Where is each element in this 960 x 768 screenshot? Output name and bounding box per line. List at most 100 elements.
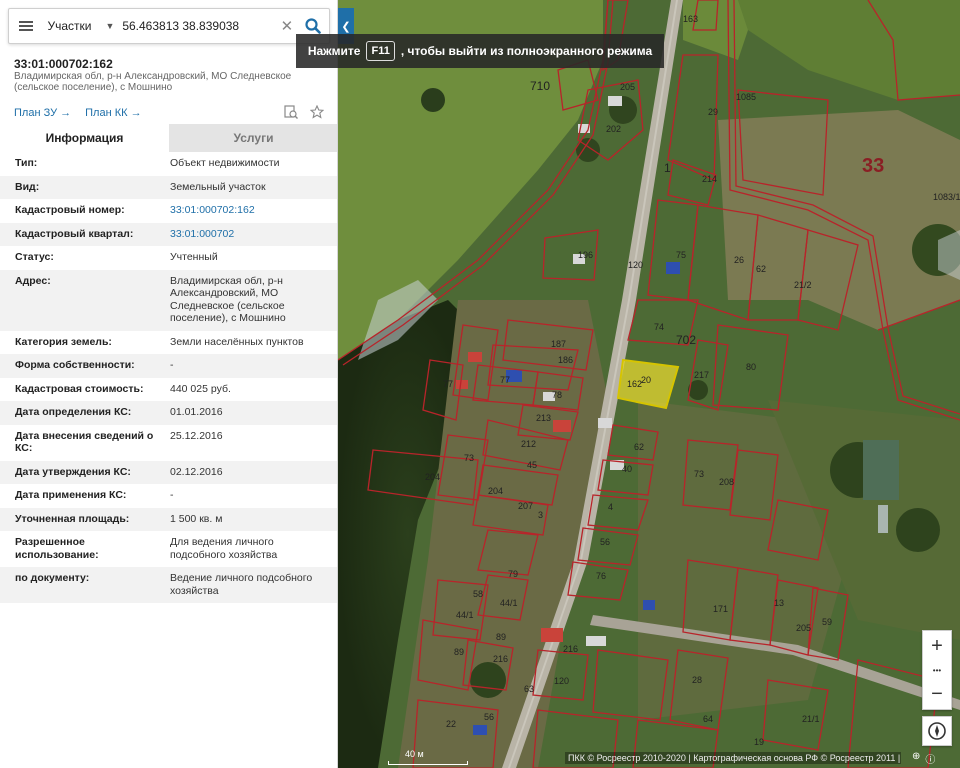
parcel-label: 62 [634,442,644,452]
locate-icon[interactable]: ⊕ [912,751,920,766]
parcel-label: 205 [620,82,635,92]
parcel-label: 45 [527,460,537,470]
zoom-control: + ••• − [922,630,952,710]
parcel-label: 44/1 [456,610,474,620]
parcel-label: 89 [496,632,506,642]
property-value: Учтенный [170,251,218,263]
property-key: Дата утверждения КС: [15,465,131,478]
parcel-label: 1085 [736,92,756,102]
parcel-label: 4 [608,502,613,512]
property-key: Форма собственности: [15,359,135,371]
parcel-label: 75 [676,250,686,260]
menu-button[interactable] [9,9,43,43]
parcel-label: 28 [692,675,702,685]
property-row: по документу: Ведение личного подсобного … [0,567,337,603]
more-options-button[interactable]: ••• [922,661,952,679]
property-key: Тип: [15,157,38,169]
parcel-label: 63 [524,684,534,694]
property-row: Форма собственности: - [0,354,337,378]
parcel-label: 19 [754,737,764,747]
compass-button[interactable] [922,716,952,746]
property-value: 25.12.2016 [170,429,223,442]
banner-prefix: Нажмите [307,44,361,58]
star-icon[interactable] [309,104,325,120]
parcel-label: 1 [664,161,671,175]
info-panel: Участки ▼ ✕ 33:01:000702:162 Владимирска… [0,0,338,768]
map-view[interactable]: 163 205 202 710 1 29 1085 33 214 1083/1 75 196 120 26… [338,0,960,768]
property-key: по документу: [15,572,90,584]
tab-info[interactable]: Информация [0,124,169,152]
property-value: Ведение личного подсобного хозяйства [170,572,313,597]
parcel-label: 3 [538,510,543,520]
property-row: Дата утверждения КС: 02.12.2016 [0,460,337,484]
clear-search-button[interactable]: ✕ [277,9,296,43]
object-type-label: Участки [47,19,92,33]
parcel-label: 207 [518,501,533,511]
search-on-map-icon[interactable] [283,104,299,120]
property-key: Статус: [15,251,54,263]
object-tools [283,104,325,120]
parcel-label: 171 [713,604,728,614]
property-row: Кадастровый квартал: 33:01:000702 [0,222,337,246]
parcel-label: 162 [627,379,642,389]
parcel-label: 22 [446,719,456,729]
property-key: Дата применения КС: [15,489,127,501]
parcel-label: 163 [683,14,698,24]
parcel-label: 208 [719,477,734,487]
parcel-label: 91 [338,0,348,2]
search-input[interactable] [118,11,278,41]
parcel-label: 214 [702,174,717,184]
plan-kk-link[interactable]: План КК → [85,107,141,119]
parcel-label: 58 [473,589,483,599]
property-row: Адрес: Владимирская обл, р-н Александровс… [0,269,337,331]
property-key: Кадастровый номер: [15,204,125,216]
panel-tabs: Информация Услуги [0,124,337,152]
zoom-out-button[interactable]: − [922,679,952,709]
property-key: Кадастровая стоимость: [15,382,144,395]
object-type-select[interactable]: Участки ▼ [43,9,118,43]
zoom-in-button[interactable]: + [922,631,952,661]
property-value: - [170,359,174,371]
close-icon: ✕ [280,18,294,35]
parcel-label: 77 [443,379,453,389]
property-value[interactable]: 33:01:000702 [156,228,326,241]
plan-zu-link[interactable]: План ЗУ → [14,107,71,119]
parcel-label: 73 [464,453,474,463]
property-key: Кадастровый квартал: [15,227,134,240]
parcel-label: 212 [521,439,536,449]
property-key: Дата внесения сведений о КС: [15,429,154,455]
property-key: Вид: [15,180,40,193]
property-value: Земли населённых пунктов [170,335,304,348]
scale-bar [388,761,468,765]
property-value[interactable]: 33:01:000702:162 [156,204,326,217]
property-value: Объект недвижимости [170,157,280,169]
parcel-label: 79 [508,569,518,579]
scale-label: 40 м [405,749,424,759]
tab-services[interactable]: Услуги [169,124,337,152]
parcel-label: 710 [530,79,550,93]
property-row: Дата применения КС: - [0,484,337,508]
hamburger-icon [19,21,34,31]
property-row: Тип: Объект недвижимости [0,152,337,176]
parcel-label: 40 [622,464,632,474]
parcel-label: 26 [734,255,744,265]
parcel-label: 213 [536,413,551,423]
parcel-label: 204 [488,486,503,496]
property-value: Владимирская обл, р-н Александровский, М… [170,274,286,325]
property-value: - [170,489,174,501]
object-cadastral-number: 33:01:000702:162 [14,57,113,71]
f11-key: F11 [366,41,395,61]
parcel-label: 120 [554,676,569,686]
chevron-down-icon: ▼ [105,21,115,31]
parcel-label: 187 [551,339,566,349]
parcel-label: 59 [822,617,832,627]
parcel-label: 78 [552,390,562,400]
property-value: 1 500 кв. м [170,512,223,525]
parcel-label: 62 [756,264,766,274]
info-icon[interactable]: ⓘ [925,751,935,766]
property-value: Для ведения личного подсобного хозяйства [170,536,278,561]
parcel-label: 202 [606,124,621,134]
property-row: Вид: Земельный участок [0,175,337,199]
property-row: Разрешенное использование: Для ведения ли… [0,531,337,567]
parcel-label: 120 [628,260,643,270]
